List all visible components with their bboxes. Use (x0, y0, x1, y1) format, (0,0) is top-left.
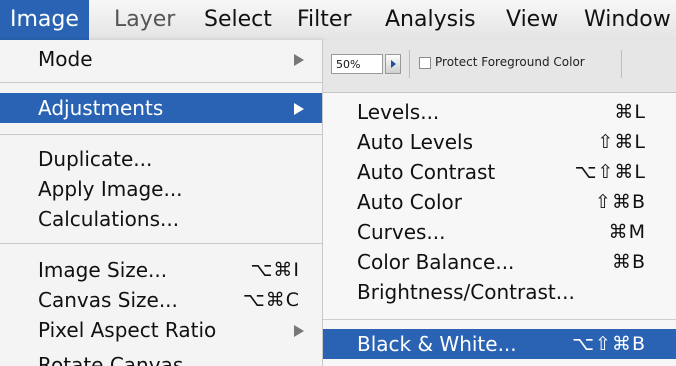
menu-window[interactable]: Window (584, 0, 671, 40)
menu-item-mode[interactable]: Mode (0, 44, 322, 74)
menu-item-color-balance[interactable]: Color Balance... ⌘B (323, 247, 676, 277)
menu-item-label: Curves... (357, 220, 446, 244)
toolbar-divider (621, 50, 622, 78)
menu-item-auto-contrast[interactable]: Auto Contrast ⌥⇧⌘L (323, 157, 676, 187)
menu-item-label: Apply Image... (38, 177, 183, 201)
menu-item-label: Auto Levels (357, 130, 474, 154)
menu-item-shortcut: ⌥⇧⌘L (574, 161, 646, 183)
menu-item-label: Calculations... (38, 207, 180, 231)
menu-analysis[interactable]: Analysis (385, 0, 476, 40)
menu-item-black-and-white[interactable]: Black & White... ⌥⇧⌘B (323, 329, 676, 359)
menu-item-image-size[interactable]: Image Size... ⌥⌘I (0, 255, 322, 285)
menu-item-label: Canvas Size... (38, 288, 178, 312)
menu-view[interactable]: View (506, 0, 558, 40)
menu-item-label: Image Size... (38, 258, 168, 282)
menu-item-rotate-canvas[interactable]: Rotate Canvas (0, 350, 322, 366)
submenu-arrow-icon (294, 103, 304, 115)
submenu-arrow-icon (294, 54, 304, 66)
menu-item-brightness-contrast[interactable]: Brightness/Contrast... (323, 277, 676, 307)
menu-item-label: Rotate Canvas (38, 353, 184, 366)
menu-item-curves[interactable]: Curves... ⌘M (323, 217, 676, 247)
protect-foreground-checkbox[interactable] (419, 57, 431, 69)
menu-separator (0, 134, 322, 135)
menu-item-label: Auto Contrast (357, 160, 496, 184)
menu-item-label: Brightness/Contrast... (357, 280, 575, 304)
toolbar-divider (409, 50, 410, 78)
menu-item-shortcut: ⌥⌘C (242, 289, 300, 311)
menu-item-shortcut: ⌥⇧⌘B (572, 333, 646, 355)
zoom-input[interactable]: 50% (331, 54, 383, 74)
menu-item-label: Adjustments (38, 96, 164, 120)
menu-separator (0, 82, 322, 83)
menu-layer[interactable]: Layer (114, 0, 175, 40)
adjustments-submenu: Levels... ⌘L Auto Levels ⇧⌘L Auto Contra… (323, 93, 676, 366)
protect-foreground-label: Protect Foreground Color (435, 55, 585, 69)
submenu-arrow-icon (294, 325, 304, 337)
menu-item-label: Black & White... (357, 332, 517, 356)
menu-item-shortcut: ⌥⌘I (250, 259, 300, 281)
menu-item-label: Duplicate... (38, 147, 153, 171)
zoom-dropdown-icon[interactable] (385, 54, 401, 74)
menu-item-calculations[interactable]: Calculations... (0, 204, 322, 234)
menu-item-label: Levels... (357, 100, 440, 124)
image-menu: Mode Adjustments Duplicate... Apply Imag… (0, 40, 323, 366)
menu-item-label: Color Balance... (357, 250, 515, 274)
menu-bar: Image Layer Select Filter Analysis View … (0, 0, 676, 41)
menu-item-duplicate[interactable]: Duplicate... (0, 144, 322, 174)
menu-item-label: Pixel Aspect Ratio (38, 318, 217, 342)
menu-item-levels[interactable]: Levels... ⌘L (323, 97, 676, 127)
menu-separator (0, 243, 322, 244)
menu-item-label: Mode (38, 47, 93, 71)
menu-item-shortcut: ⌘L (614, 101, 646, 123)
menu-item-shortcut: ⇧⌘L (597, 131, 646, 153)
menu-filter[interactable]: Filter (297, 0, 351, 40)
menu-select[interactable]: Select (204, 0, 272, 40)
menu-item-shortcut: ⇧⌘B (595, 191, 646, 213)
menu-item-apply-image[interactable]: Apply Image... (0, 174, 322, 204)
options-bar: 50% Protect Foreground Color (323, 40, 676, 93)
menu-item-label: Auto Color (357, 190, 463, 214)
menu-image[interactable]: Image (0, 0, 89, 40)
menu-item-shortcut: ⌘B (611, 251, 646, 273)
menu-separator (323, 319, 676, 320)
menu-item-canvas-size[interactable]: Canvas Size... ⌥⌘C (0, 285, 322, 315)
menu-item-auto-color[interactable]: Auto Color ⇧⌘B (323, 187, 676, 217)
menu-item-pixel-aspect-ratio[interactable]: Pixel Aspect Ratio (0, 315, 322, 345)
menu-item-shortcut: ⌘M (608, 221, 646, 243)
menu-item-adjustments[interactable]: Adjustments (0, 93, 322, 123)
menu-item-auto-levels[interactable]: Auto Levels ⇧⌘L (323, 127, 676, 157)
